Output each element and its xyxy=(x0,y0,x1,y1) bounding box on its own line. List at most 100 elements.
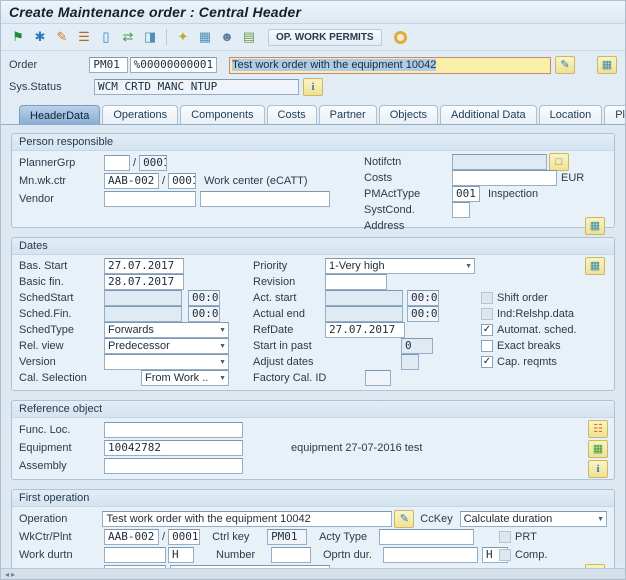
chevron-down-icon: ▼ xyxy=(219,343,226,350)
tab-costs[interactable]: Costs xyxy=(267,105,317,124)
safety-glove-icon[interactable]: ◨ xyxy=(141,28,159,46)
schedfin-time-field[interactable]: 00:00 xyxy=(188,306,220,322)
pmacttype-field[interactable]: 001 xyxy=(452,186,480,202)
work-durtn-field[interactable] xyxy=(104,547,166,563)
acty-type-field[interactable] xyxy=(379,529,474,545)
partner-person-icon[interactable]: ☻ xyxy=(218,28,236,46)
actual-end-time-field[interactable]: 00:00 xyxy=(407,306,439,322)
tab-components[interactable]: Components xyxy=(180,105,264,124)
order-description-field[interactable]: Test work order with the equipment 10042 xyxy=(229,57,551,74)
bas-start-field[interactable]: 27.07.2017 xyxy=(104,258,184,274)
schedfin-label: Sched.Fin. xyxy=(19,308,104,320)
release-flag-icon[interactable]: ⚑ xyxy=(9,28,27,46)
object-info-icon[interactable]: i xyxy=(588,460,608,478)
plannergrp-field[interactable] xyxy=(104,155,130,171)
ind-relshp-checkbox[interactable] xyxy=(481,308,493,320)
factory-cal-field[interactable] xyxy=(365,370,391,386)
priority-select[interactable]: 1-Very high▼ xyxy=(325,258,475,274)
scroll-right-icon[interactable]: ▸ xyxy=(11,570,15,579)
acty-type-label: Acty Type xyxy=(319,531,379,543)
permit-clipboard-icon[interactable]: ▤ xyxy=(240,28,258,46)
tab-planning[interactable]: Planning xyxy=(604,105,626,124)
tab-location[interactable]: Location xyxy=(539,105,603,124)
tab-operations[interactable]: Operations xyxy=(102,105,178,124)
tab-additional-data[interactable]: Additional Data xyxy=(440,105,537,124)
refdate-label: RefDate xyxy=(253,324,325,336)
mnwkctr-plant-field[interactable]: 0001 xyxy=(168,173,196,189)
cap-reqmts-checkbox[interactable]: ✓ xyxy=(481,356,493,368)
actual-end-field[interactable] xyxy=(325,306,403,322)
info-lamp-icon[interactable] xyxy=(394,31,407,44)
schedstart-field[interactable] xyxy=(104,290,182,306)
exact-breaks-checkbox[interactable] xyxy=(481,340,493,352)
tab-headerdata[interactable]: HeaderData xyxy=(19,105,100,125)
prt-checkbox[interactable] xyxy=(499,531,511,543)
hierarchy-list-icon[interactable]: ☰ xyxy=(75,28,93,46)
tab-partner[interactable]: Partner xyxy=(319,105,377,124)
assembly-field[interactable] xyxy=(104,458,243,474)
wkctr-field[interactable]: AAB-002 xyxy=(104,529,159,545)
settlement-rule-icon[interactable]: ▦ xyxy=(597,56,617,74)
separator: / xyxy=(133,157,136,169)
basic-fin-field[interactable]: 28.07.2017 xyxy=(104,274,184,290)
dates-detail-icon[interactable]: ▦ xyxy=(585,257,605,275)
pmacttype-label: PMActType xyxy=(364,188,452,200)
revision-field[interactable] xyxy=(325,274,387,290)
plannergrp-group-field[interactable]: 0001 xyxy=(139,155,167,171)
operation-field[interactable]: Test work order with the equipment 10042 xyxy=(102,511,392,527)
structure-list-icon[interactable]: ☷ xyxy=(588,420,608,438)
schedtype-select[interactable]: Forwards▼ xyxy=(104,322,229,338)
mnwkctr-field[interactable]: AAB-002 xyxy=(104,173,159,189)
automat-sched-checkbox[interactable]: ✓ xyxy=(481,324,493,336)
op-work-permits-button[interactable]: OP. WORK PERMITS xyxy=(268,29,382,46)
first-operation-group: First operation Operation Test work orde… xyxy=(11,489,615,580)
act-start-field[interactable] xyxy=(325,290,403,306)
components-icon[interactable]: ✦ xyxy=(174,28,192,46)
order-number-field[interactable]: %00000000001 xyxy=(130,57,217,73)
cal-selection-select[interactable]: From Work ..▼ xyxy=(141,370,229,386)
work-durtn-unit-field[interactable]: H xyxy=(168,547,194,563)
func-loc-field[interactable] xyxy=(104,422,243,438)
ctrl-key-field[interactable]: PM01 xyxy=(267,529,307,545)
rel-view-select[interactable]: Predecessor▼ xyxy=(104,338,229,354)
costs-field[interactable] xyxy=(452,170,557,186)
act-start-time-field[interactable]: 00:00 xyxy=(407,290,439,306)
plannergrp-label: PlannerGrp xyxy=(19,157,104,169)
notifctn-field[interactable] xyxy=(452,154,547,170)
order-type-field[interactable]: PM01 xyxy=(89,57,127,73)
vendor-field[interactable] xyxy=(104,191,196,207)
status-info-icon[interactable]: i xyxy=(303,78,323,96)
version-select[interactable]: ▼ xyxy=(104,354,229,370)
number-field[interactable] xyxy=(271,547,311,563)
comp-checkbox[interactable] xyxy=(499,549,511,561)
mnwkctr-label: Mn.wk.ctr xyxy=(19,175,104,187)
adjust-dates-field[interactable] xyxy=(401,354,419,370)
put-in-process-icon[interactable]: ✱ xyxy=(31,28,49,46)
refdate-field[interactable]: 27.07.2017 xyxy=(325,322,405,338)
start-in-past-field[interactable]: 0 xyxy=(401,338,433,354)
schedfin-field[interactable] xyxy=(104,306,182,322)
create-notification-icon[interactable]: □ xyxy=(549,153,569,171)
object-link-icon[interactable]: ▦ xyxy=(588,440,608,458)
equipment-field[interactable]: 10042782 xyxy=(104,440,243,456)
document-icon[interactable]: ▯ xyxy=(97,28,115,46)
oprtn-dur-field[interactable] xyxy=(383,547,478,563)
operation-longtext-pencil-icon[interactable]: ✎ xyxy=(394,510,414,528)
worklist-table-icon[interactable]: ▦ xyxy=(196,28,214,46)
wkctr-plant-field[interactable]: 0001 xyxy=(168,529,200,545)
vendor-name-field[interactable] xyxy=(200,191,330,207)
cckey-select[interactable]: Calculate duration▼ xyxy=(460,511,607,527)
scroll-left-icon[interactable]: ◂ xyxy=(5,570,9,579)
schedstart-time-field[interactable]: 00:00 xyxy=(188,290,220,306)
headerdata-panel: Person responsible PlannerGrp / 0001 Mn.… xyxy=(1,125,625,567)
transfer-icon[interactable]: ⇄ xyxy=(119,28,137,46)
address-detail-icon[interactable]: ▦ xyxy=(585,217,605,235)
address-label: Address xyxy=(364,220,452,232)
long-text-pencil-icon[interactable]: ✎ xyxy=(555,56,575,74)
priority-label: Priority xyxy=(253,260,325,272)
edit-wand-icon[interactable]: ✎ xyxy=(53,28,71,46)
systcond-field[interactable] xyxy=(452,202,470,218)
tab-objects[interactable]: Objects xyxy=(379,105,438,124)
shift-order-checkbox[interactable] xyxy=(481,292,493,304)
dates-left-column: Bas. Start 27.07.2017 Basic fin. 28.07.2… xyxy=(19,258,253,386)
